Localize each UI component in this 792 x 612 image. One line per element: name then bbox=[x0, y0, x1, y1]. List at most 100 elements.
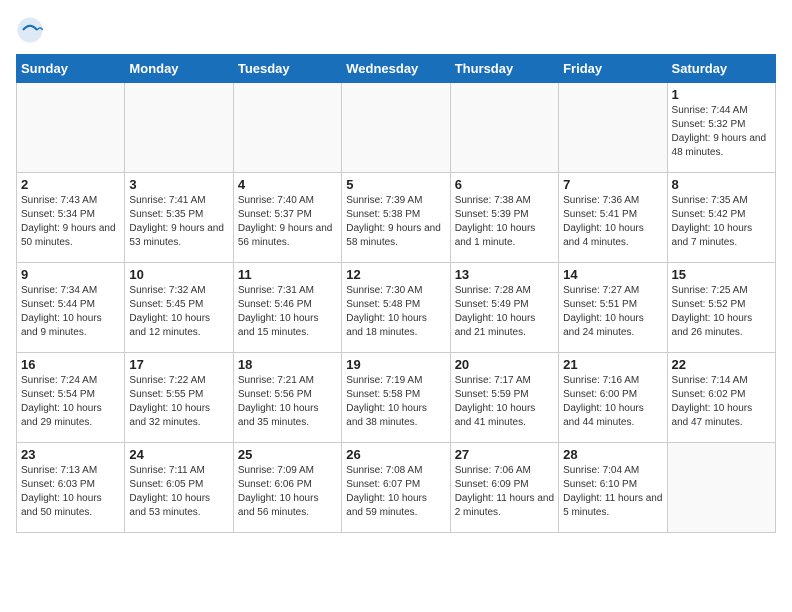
day-number: 27 bbox=[455, 447, 554, 462]
calendar-day-cell bbox=[125, 83, 233, 173]
day-info: Sunrise: 7:36 AM Sunset: 5:41 PM Dayligh… bbox=[563, 194, 662, 250]
day-info: Sunrise: 7:06 AM Sunset: 6:09 PM Dayligh… bbox=[455, 464, 554, 520]
day-info: Sunrise: 7:14 AM Sunset: 6:02 PM Dayligh… bbox=[672, 374, 771, 430]
day-info: Sunrise: 7:25 AM Sunset: 5:52 PM Dayligh… bbox=[672, 284, 771, 340]
calendar-day-cell bbox=[559, 83, 667, 173]
day-number: 14 bbox=[563, 267, 662, 282]
day-info: Sunrise: 7:34 AM Sunset: 5:44 PM Dayligh… bbox=[21, 284, 120, 340]
calendar-day-header: Thursday bbox=[450, 55, 558, 83]
calendar-day-cell: 28 Sunrise: 7:04 AM Sunset: 6:10 PM Dayli… bbox=[559, 443, 667, 533]
day-number: 24 bbox=[129, 447, 228, 462]
day-info: Sunrise: 7:24 AM Sunset: 5:54 PM Dayligh… bbox=[21, 374, 120, 430]
calendar-day-cell: 10 Sunrise: 7:32 AM Sunset: 5:45 PM Dayli… bbox=[125, 263, 233, 353]
calendar-day-cell bbox=[342, 83, 450, 173]
calendar-day-cell: 19 Sunrise: 7:19 AM Sunset: 5:58 PM Dayli… bbox=[342, 353, 450, 443]
day-info: Sunrise: 7:31 AM Sunset: 5:46 PM Dayligh… bbox=[238, 284, 337, 340]
calendar-day-header: Monday bbox=[125, 55, 233, 83]
calendar-day-cell: 1 Sunrise: 7:44 AM Sunset: 5:32 PM Daylig… bbox=[667, 83, 775, 173]
day-number: 22 bbox=[672, 357, 771, 372]
calendar-day-cell: 12 Sunrise: 7:30 AM Sunset: 5:48 PM Dayli… bbox=[342, 263, 450, 353]
day-info: Sunrise: 7:30 AM Sunset: 5:48 PM Dayligh… bbox=[346, 284, 445, 340]
day-number: 12 bbox=[346, 267, 445, 282]
day-number: 7 bbox=[563, 177, 662, 192]
calendar-day-cell: 17 Sunrise: 7:22 AM Sunset: 5:55 PM Dayli… bbox=[125, 353, 233, 443]
day-info: Sunrise: 7:11 AM Sunset: 6:05 PM Dayligh… bbox=[129, 464, 228, 520]
calendar-day-cell: 8 Sunrise: 7:35 AM Sunset: 5:42 PM Daylig… bbox=[667, 173, 775, 263]
day-number: 9 bbox=[21, 267, 120, 282]
day-info: Sunrise: 7:38 AM Sunset: 5:39 PM Dayligh… bbox=[455, 194, 554, 250]
day-number: 8 bbox=[672, 177, 771, 192]
day-number: 2 bbox=[21, 177, 120, 192]
calendar-day-cell: 16 Sunrise: 7:24 AM Sunset: 5:54 PM Dayli… bbox=[17, 353, 125, 443]
day-number: 10 bbox=[129, 267, 228, 282]
day-number: 20 bbox=[455, 357, 554, 372]
day-number: 1 bbox=[672, 87, 771, 102]
calendar-day-cell bbox=[667, 443, 775, 533]
calendar-day-cell: 26 Sunrise: 7:08 AM Sunset: 6:07 PM Dayli… bbox=[342, 443, 450, 533]
calendar-day-cell bbox=[17, 83, 125, 173]
calendar-day-cell: 21Sunrise: 7:16 AM Sunset: 6:00 PM Dayli… bbox=[559, 353, 667, 443]
calendar-day-cell: 9 Sunrise: 7:34 AM Sunset: 5:44 PM Daylig… bbox=[17, 263, 125, 353]
calendar-day-cell: 15 Sunrise: 7:25 AM Sunset: 5:52 PM Dayli… bbox=[667, 263, 775, 353]
day-info: Sunrise: 7:28 AM Sunset: 5:49 PM Dayligh… bbox=[455, 284, 554, 340]
day-number: 4 bbox=[238, 177, 337, 192]
calendar-day-cell: 11 Sunrise: 7:31 AM Sunset: 5:46 PM Dayli… bbox=[233, 263, 341, 353]
calendar-day-cell: 25 Sunrise: 7:09 AM Sunset: 6:06 PM Dayli… bbox=[233, 443, 341, 533]
day-number: 28 bbox=[563, 447, 662, 462]
calendar-day-cell: 7 Sunrise: 7:36 AM Sunset: 5:41 PM Daylig… bbox=[559, 173, 667, 263]
calendar-day-cell: 5Sunrise: 7:39 AM Sunset: 5:38 PM Daylig… bbox=[342, 173, 450, 263]
day-info: Sunrise: 7:35 AM Sunset: 5:42 PM Dayligh… bbox=[672, 194, 771, 250]
calendar-header-row: SundayMondayTuesdayWednesdayThursdayFrid… bbox=[17, 55, 776, 83]
day-number: 17 bbox=[129, 357, 228, 372]
day-info: Sunrise: 7:43 AM Sunset: 5:34 PM Dayligh… bbox=[21, 194, 120, 250]
day-number: 11 bbox=[238, 267, 337, 282]
calendar-week-row: 1 Sunrise: 7:44 AM Sunset: 5:32 PM Daylig… bbox=[17, 83, 776, 173]
day-info: Sunrise: 7:09 AM Sunset: 6:06 PM Dayligh… bbox=[238, 464, 337, 520]
day-number: 19 bbox=[346, 357, 445, 372]
day-info: Sunrise: 7:13 AM Sunset: 6:03 PM Dayligh… bbox=[21, 464, 120, 520]
calendar-day-cell: 3 Sunrise: 7:41 AM Sunset: 5:35 PM Daylig… bbox=[125, 173, 233, 263]
calendar-week-row: 23 Sunrise: 7:13 AM Sunset: 6:03 PM Dayli… bbox=[17, 443, 776, 533]
day-info: Sunrise: 7:32 AM Sunset: 5:45 PM Dayligh… bbox=[129, 284, 228, 340]
calendar-table: SundayMondayTuesdayWednesdayThursdayFrid… bbox=[16, 54, 776, 533]
calendar-day-cell: 18 Sunrise: 7:21 AM Sunset: 5:56 PM Dayli… bbox=[233, 353, 341, 443]
day-number: 13 bbox=[455, 267, 554, 282]
calendar-day-header: Saturday bbox=[667, 55, 775, 83]
calendar-day-header: Wednesday bbox=[342, 55, 450, 83]
day-info: Sunrise: 7:27 AM Sunset: 5:51 PM Dayligh… bbox=[563, 284, 662, 340]
day-info: Sunrise: 7:21 AM Sunset: 5:56 PM Dayligh… bbox=[238, 374, 337, 430]
logo-icon bbox=[16, 16, 44, 44]
day-info: Sunrise: 7:44 AM Sunset: 5:32 PM Dayligh… bbox=[672, 104, 771, 160]
calendar-day-cell: 4Sunrise: 7:40 AM Sunset: 5:37 PM Daylig… bbox=[233, 173, 341, 263]
day-number: 6 bbox=[455, 177, 554, 192]
day-number: 25 bbox=[238, 447, 337, 462]
calendar-day-cell bbox=[233, 83, 341, 173]
logo bbox=[16, 16, 48, 44]
day-info: Sunrise: 7:41 AM Sunset: 5:35 PM Dayligh… bbox=[129, 194, 228, 250]
day-number: 26 bbox=[346, 447, 445, 462]
day-number: 16 bbox=[21, 357, 120, 372]
calendar-day-cell: 24 Sunrise: 7:11 AM Sunset: 6:05 PM Dayli… bbox=[125, 443, 233, 533]
day-number: 18 bbox=[238, 357, 337, 372]
calendar-week-row: 9 Sunrise: 7:34 AM Sunset: 5:44 PM Daylig… bbox=[17, 263, 776, 353]
calendar-day-cell: 14 Sunrise: 7:27 AM Sunset: 5:51 PM Dayli… bbox=[559, 263, 667, 353]
day-number: 23 bbox=[21, 447, 120, 462]
calendar-day-header: Sunday bbox=[17, 55, 125, 83]
calendar-day-header: Tuesday bbox=[233, 55, 341, 83]
calendar-day-cell bbox=[450, 83, 558, 173]
calendar-day-cell: 20 Sunrise: 7:17 AM Sunset: 5:59 PM Dayli… bbox=[450, 353, 558, 443]
calendar-day-cell: 6 Sunrise: 7:38 AM Sunset: 5:39 PM Daylig… bbox=[450, 173, 558, 263]
calendar-week-row: 2 Sunrise: 7:43 AM Sunset: 5:34 PM Daylig… bbox=[17, 173, 776, 263]
page-header bbox=[16, 16, 776, 44]
day-info: Sunrise: 7:17 AM Sunset: 5:59 PM Dayligh… bbox=[455, 374, 554, 430]
day-info: Sunrise: 7:04 AM Sunset: 6:10 PM Dayligh… bbox=[563, 464, 662, 520]
day-number: 15 bbox=[672, 267, 771, 282]
day-info: Sunrise: 7:19 AM Sunset: 5:58 PM Dayligh… bbox=[346, 374, 445, 430]
calendar-day-header: Friday bbox=[559, 55, 667, 83]
day-info: Sunrise: 7:08 AM Sunset: 6:07 PM Dayligh… bbox=[346, 464, 445, 520]
day-number: 3 bbox=[129, 177, 228, 192]
calendar-day-cell: 23 Sunrise: 7:13 AM Sunset: 6:03 PM Dayli… bbox=[17, 443, 125, 533]
day-info: Sunrise: 7:22 AM Sunset: 5:55 PM Dayligh… bbox=[129, 374, 228, 430]
day-number: 21 bbox=[563, 357, 662, 372]
calendar-week-row: 16 Sunrise: 7:24 AM Sunset: 5:54 PM Dayli… bbox=[17, 353, 776, 443]
